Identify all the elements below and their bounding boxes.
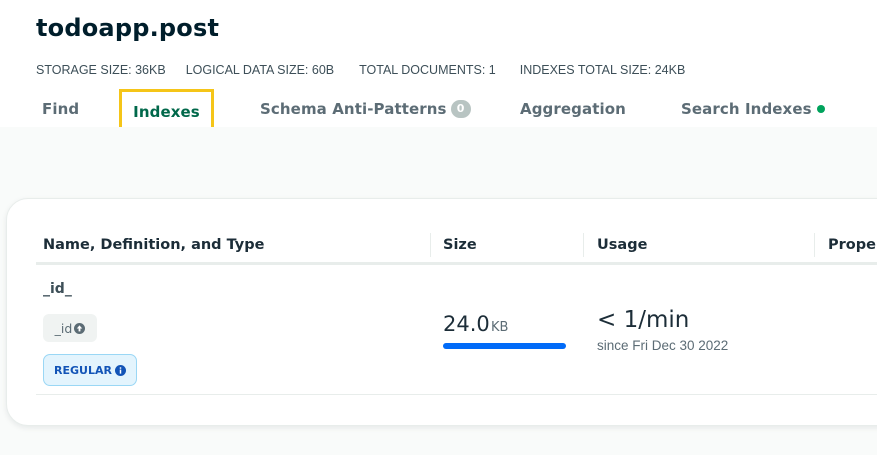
tab-find-label: Find bbox=[42, 99, 80, 118]
info-icon[interactable] bbox=[114, 364, 126, 376]
index-key-label: _id bbox=[54, 320, 73, 336]
index-type-badge[interactable]: REGULAR bbox=[43, 354, 137, 386]
index-type-label: REGULAR bbox=[54, 363, 112, 377]
column-header-usage[interactable]: Usage bbox=[597, 237, 647, 253]
storage-size-stat: STORAGE SIZE: 36KB bbox=[36, 63, 166, 77]
table-row-rule bbox=[36, 394, 877, 395]
index-usage-since: since Fri Dec 30 2022 bbox=[597, 338, 729, 353]
tab-schema-label: Schema Anti-Patterns bbox=[260, 99, 447, 118]
collection-stats: STORAGE SIZE: 36KB LOGICAL DATA SIZE: 60… bbox=[36, 63, 685, 77]
indexes-table-card bbox=[6, 198, 877, 426]
tab-indexes-label: Indexes bbox=[133, 102, 200, 121]
tab-search-indexes[interactable]: Search Indexes bbox=[681, 90, 825, 127]
index-usage-value: < 1/min bbox=[597, 307, 690, 333]
tab-aggregation-label: Aggregation bbox=[520, 99, 626, 118]
tab-search-label: Search Indexes bbox=[681, 99, 812, 118]
collection-title: todoapp.post bbox=[36, 14, 220, 42]
column-divider bbox=[583, 233, 584, 257]
tab-aggregation[interactable]: Aggregation bbox=[520, 90, 626, 127]
index-size-value: 24.0 bbox=[443, 312, 490, 336]
column-divider bbox=[814, 233, 815, 257]
column-divider bbox=[430, 233, 431, 257]
total-documents-stat: TOTAL DOCUMENTS: 1 bbox=[359, 63, 496, 77]
status-dot-icon bbox=[816, 104, 825, 113]
anti-patterns-count-badge: 0 bbox=[450, 99, 471, 118]
collection-tabs: Find Indexes Schema Anti-Patterns 0 Aggr… bbox=[0, 89, 877, 134]
column-header-properties[interactable]: Proper bbox=[828, 237, 877, 253]
index-size-unit: KB bbox=[491, 320, 509, 335]
logical-data-size-stat: LOGICAL DATA SIZE: 60B bbox=[185, 63, 335, 77]
index-name: _id_ bbox=[43, 281, 72, 297]
arrow-up-circle-icon bbox=[74, 322, 86, 334]
index-size-bar bbox=[443, 343, 566, 349]
tab-schema-anti-patterns[interactable]: Schema Anti-Patterns 0 bbox=[260, 90, 471, 127]
column-header-name[interactable]: Name, Definition, and Type bbox=[43, 237, 264, 253]
table-header-rule bbox=[36, 262, 877, 265]
collection-header: todoapp.post STORAGE SIZE: 36KB LOGICAL … bbox=[0, 0, 877, 134]
column-header-size[interactable]: Size bbox=[443, 237, 477, 253]
index-key-chip: _id bbox=[43, 314, 97, 342]
index-size-bar-fill bbox=[443, 343, 566, 349]
indexes-total-size-stat: INDEXES TOTAL SIZE: 24KB bbox=[519, 63, 686, 77]
tab-find[interactable]: Find bbox=[42, 90, 79, 127]
